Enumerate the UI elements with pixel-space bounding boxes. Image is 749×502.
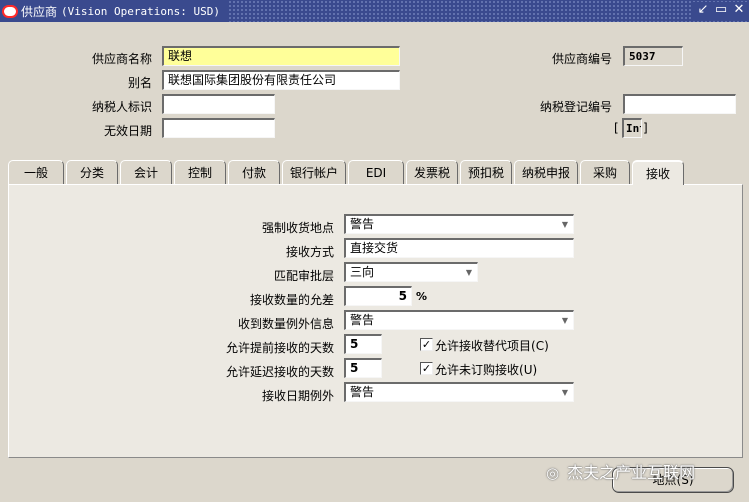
receipt-routing-label: 接收方式 (285, 245, 334, 259)
receipt-routing-field[interactable]: 直接交货 (344, 238, 574, 258)
tax-registration-field[interactable] (623, 94, 736, 114)
wechat-icon: ◎ (546, 464, 560, 482)
qty-tolerance-field[interactable]: 5 (344, 286, 412, 306)
tab-control[interactable]: 控制 (174, 160, 226, 184)
taxpayer-id-label: 纳税人标识 (91, 100, 152, 114)
tax-registration-label: 纳税登记编号 (539, 100, 612, 114)
over-receipt-label: 收到数量例外信息 (237, 317, 334, 331)
allow-substitute-label: 允许接收替代项目 (435, 339, 532, 353)
tab-tax-reporting[interactable]: 纳税申报 (514, 160, 578, 184)
allow-unordered-label: 允许未订购接收 (435, 363, 520, 377)
taxpayer-id-field[interactable] (162, 94, 275, 114)
inactive-date-field[interactable] (162, 118, 275, 138)
supplier-name-field[interactable]: 联想 (162, 46, 400, 66)
tab-withholding-tax[interactable]: 预扣税 (460, 160, 512, 184)
supplier-number-field[interactable]: 5037 (623, 46, 683, 66)
oracle-logo-icon (2, 4, 18, 18)
supplier-number-label: 供应商编号 (551, 52, 612, 66)
alias-label: 别名 (127, 76, 152, 90)
match-approval-value: 三向 (350, 265, 375, 279)
allow-unordered-checkbox[interactable]: ✓ (420, 362, 433, 375)
context-bracket-right: ] (643, 121, 648, 135)
over-receipt-select[interactable]: 警告 ▼ (344, 310, 574, 330)
allow-substitute-key: (C) (531, 339, 549, 353)
alias-field[interactable]: 联想国际集团股份有限责任公司 (162, 70, 400, 90)
match-approval-label: 匹配审批层 (273, 269, 334, 283)
enforce-ship-to-value: 警告 (350, 217, 375, 231)
window-app-context: (Vision Operations: USD) (61, 4, 220, 18)
tab-accounting[interactable]: 会计 (120, 160, 172, 184)
date-exception-value: 警告 (350, 385, 375, 399)
tab-invoice-tax[interactable]: 发票税 (406, 160, 458, 184)
days-late-label: 允许延迟接收的天数 (225, 365, 334, 379)
tab-classification[interactable]: 分类 (66, 160, 118, 184)
enforce-ship-to-select[interactable]: 警告 ▼ (344, 214, 574, 234)
over-receipt-value: 警告 (350, 313, 375, 327)
days-early-label: 允许提前接收的天数 (225, 341, 334, 355)
context-field[interactable]: Int (622, 118, 642, 138)
watermark-text: 杰夫之产业互联网 (567, 463, 696, 482)
allow-substitute-text: 允许接收替代项目(C) (435, 337, 549, 354)
chevron-down-icon[interactable]: ▼ (559, 314, 571, 328)
percent-unit: % (416, 290, 428, 303)
tab-edi[interactable]: EDI (348, 160, 404, 184)
allow-substitute-checkbox[interactable]: ✓ (420, 338, 433, 351)
days-late-field[interactable]: 5 (344, 358, 382, 378)
supplier-name-label: 供应商名称 (91, 52, 152, 66)
window-controls: ↙ ▭ ✕ (691, 2, 747, 20)
chevron-down-icon[interactable]: ▼ (463, 266, 475, 280)
chevron-down-icon[interactable]: ▼ (559, 218, 571, 232)
tab-purchasing[interactable]: 采购 (580, 160, 630, 184)
enforce-ship-to-label: 强制收货地点 (261, 221, 334, 235)
context-bracket-left: [ (614, 121, 619, 135)
days-early-field[interactable]: 5 (344, 334, 382, 354)
tab-payment[interactable]: 付款 (228, 160, 280, 184)
inactive-date-label: 无效日期 (103, 124, 152, 138)
qty-tolerance-label: 接收数量的允差 (249, 293, 334, 307)
watermark: ◎ 杰夫之产业互联网 (546, 459, 695, 483)
date-exception-label: 接收日期例外 (261, 389, 334, 403)
allow-unordered-text: 允许未订购接收(U) (435, 361, 537, 378)
chevron-down-icon[interactable]: ▼ (559, 386, 571, 400)
tab-general[interactable]: 一般 (8, 160, 64, 184)
date-exception-select[interactable]: 警告 ▼ (344, 382, 574, 402)
tab-bank-accounts[interactable]: 银行帐户 (282, 160, 346, 184)
minimize-icon[interactable]: ↙ (695, 2, 711, 18)
match-approval-select[interactable]: 三向 ▼ (344, 262, 478, 282)
title-bar: 供应商 (Vision Operations: USD) ↙ ▭ ✕ (0, 0, 749, 22)
title-caption: 供应商 (Vision Operations: USD) (0, 0, 228, 22)
window-title: 供应商 (21, 4, 58, 19)
close-icon[interactable]: ✕ (731, 2, 747, 18)
tab-receiving[interactable]: 接收 (632, 160, 684, 185)
allow-unordered-key: (U) (519, 363, 538, 377)
maximize-icon[interactable]: ▭ (713, 2, 729, 18)
